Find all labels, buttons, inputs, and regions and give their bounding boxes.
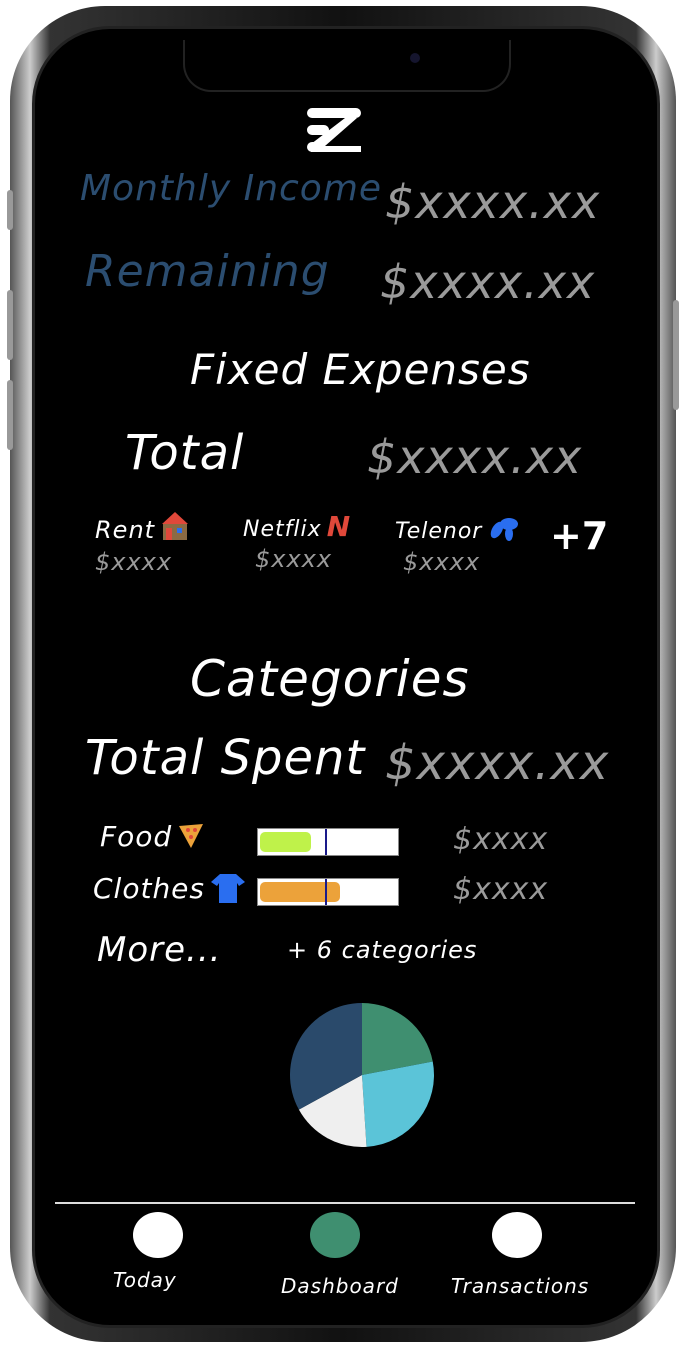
nav-transactions-label[interactable]: Transactions <box>451 1274 589 1298</box>
category-food[interactable]: Food <box>100 820 205 853</box>
total-spent-label: Total Spent <box>85 730 366 786</box>
today-icon <box>133 1212 183 1258</box>
rent-value: $xxxx <box>95 548 173 576</box>
food-progress-bar <box>257 828 399 856</box>
nav-dashboard-label[interactable]: Dashboard <box>281 1274 399 1298</box>
pie-slice-1[interactable] <box>362 1061 434 1147</box>
transactions-icon <box>492 1212 542 1258</box>
netflix-value: $xxxx <box>255 545 333 573</box>
dashboard-icon <box>310 1212 360 1258</box>
tshirt-icon <box>211 874 246 903</box>
pizza-icon <box>179 824 204 848</box>
monthly-income-label: Monthly Income <box>80 168 383 209</box>
more-fixed-expenses[interactable]: +7 <box>550 514 608 558</box>
nav-divider <box>55 1202 635 1204</box>
clothes-budget-marker <box>325 879 328 905</box>
fixed-item-rent[interactable]: Rent $xxxx <box>95 510 190 576</box>
monthly-income-value: $xxxx.xx <box>385 175 601 229</box>
categories-title: Categories <box>190 650 470 708</box>
clothes-value: $xxxx <box>453 872 549 907</box>
rent-label: Rent <box>95 516 156 544</box>
food-value: $xxxx <box>453 822 549 857</box>
clothes-progress-fill <box>260 882 341 902</box>
telenor-label: Telenor <box>395 519 483 544</box>
food-budget-marker <box>325 829 328 855</box>
fixed-item-netflix[interactable]: Netflix N $xxxx <box>243 510 350 573</box>
more-categories-count: + 6 categories <box>287 936 478 964</box>
fixed-total-label: Total <box>125 425 245 481</box>
power-button <box>673 300 679 410</box>
fixed-expenses-title: Fixed Expenses <box>190 345 531 394</box>
mute-switch <box>7 190 13 230</box>
netflix-label: Netflix <box>243 517 322 542</box>
fixed-total-value: $xxxx.xx <box>367 430 583 484</box>
app-logo <box>307 108 361 152</box>
total-spent-value: $xxxx.xx <box>385 735 610 791</box>
camera-icon <box>410 53 420 63</box>
category-pie-chart[interactable] <box>287 1000 437 1150</box>
house-icon <box>162 512 189 540</box>
notch <box>183 40 511 92</box>
screen: Monthly Income $xxxx.xx Remaining $xxxx.… <box>55 40 635 1306</box>
netflix-icon: N <box>326 510 351 543</box>
fixed-item-telenor[interactable]: Telenor $xxxx <box>395 516 519 576</box>
telenor-value: $xxxx <box>403 548 481 576</box>
remaining-value: $xxxx.xx <box>380 255 596 309</box>
remaining-label: Remaining <box>85 246 330 297</box>
more-categories-button[interactable]: More... <box>97 930 221 970</box>
telenor-icon <box>491 518 519 541</box>
clothes-progress-bar <box>257 878 399 906</box>
volume-down-button <box>7 380 13 450</box>
category-clothes[interactable]: Clothes <box>93 872 246 905</box>
nav-today-label[interactable]: Today <box>113 1268 177 1292</box>
volume-up-button <box>7 290 13 360</box>
clothes-label: Clothes <box>93 872 205 905</box>
food-progress-fill <box>260 832 312 852</box>
food-label: Food <box>100 820 173 853</box>
